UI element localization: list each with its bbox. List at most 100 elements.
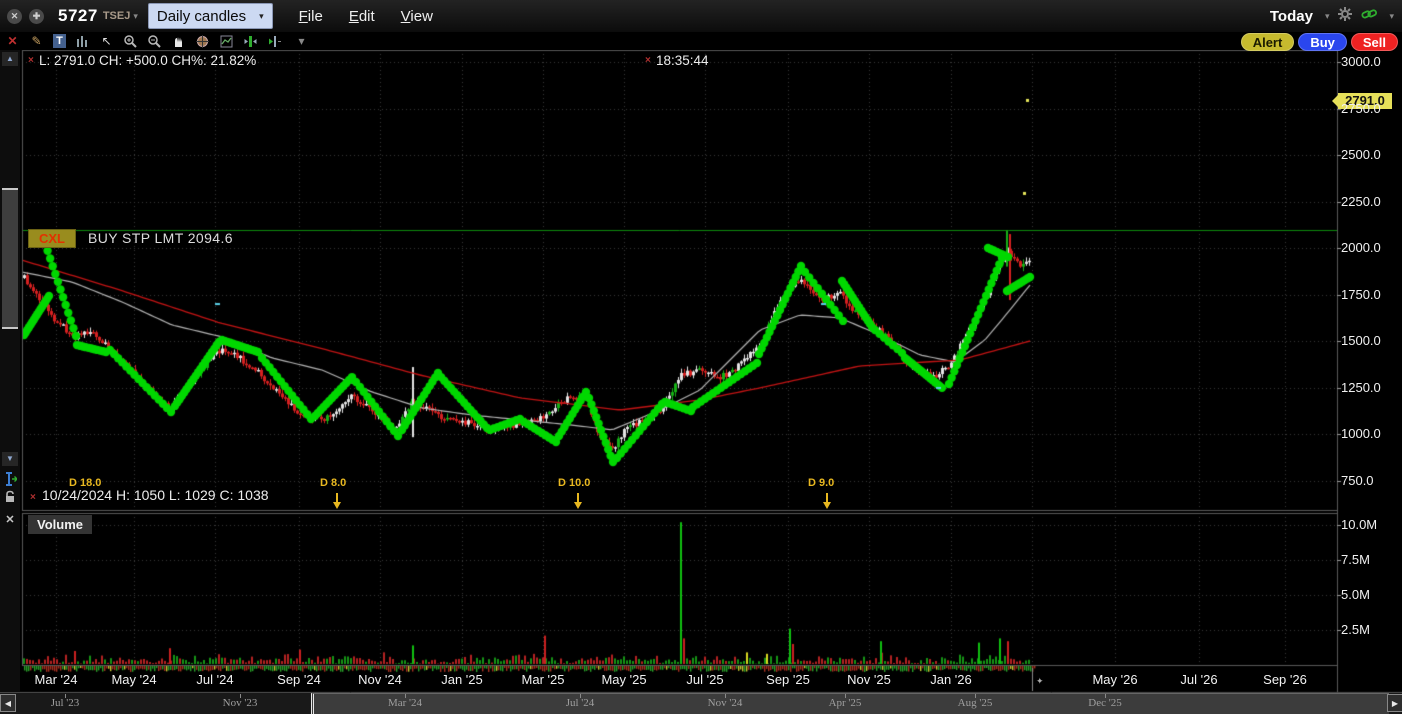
chart-type-icon[interactable] [75, 34, 90, 48]
text-tool-icon[interactable]: T [53, 34, 66, 48]
more-caret-icon[interactable]: ▾ [1389, 11, 1394, 22]
price-axis-label: 1250.0 [1341, 380, 1381, 395]
menu-edit[interactable]: Edit [349, 8, 375, 25]
volume-axis-label: 10.0M [1341, 517, 1377, 532]
alert-button[interactable]: Alert [1241, 33, 1295, 51]
zoom-out-icon[interactable] [147, 34, 162, 48]
chart-canvas[interactable] [0, 0, 1402, 714]
lock-icon[interactable] [2, 489, 18, 504]
today-marker-icon: ✦ [1036, 676, 1044, 687]
close-volume-pane-icon[interactable]: ✕ [2, 512, 18, 527]
price-axis-label: 3000.0 [1341, 54, 1381, 69]
volume-axis-label: 5.0M [1341, 587, 1370, 602]
navigator-date-label: Apr '25 [805, 697, 885, 709]
navigator-date-label: Dec '25 [1065, 697, 1145, 709]
settings-gear-icon[interactable] [1338, 7, 1352, 26]
price-axis-label: 1500.0 [1341, 333, 1381, 348]
close-drawing-icon[interactable]: ✕ [5, 34, 20, 48]
split-right-icon[interactable] [267, 34, 282, 48]
month-axis-label: Jan '25 [427, 672, 497, 687]
time-label: 18:35:44 [656, 53, 709, 68]
dismiss-status-icon[interactable]: × [30, 492, 36, 503]
dividend-annotation-label: D 10.0 [558, 477, 590, 489]
navigator-date-label: Nov '23 [200, 697, 280, 709]
month-axis-label: Sep '24 [264, 672, 334, 687]
volume-axis-label: 7.5M [1341, 552, 1370, 567]
month-axis-label: Nov '25 [834, 672, 904, 687]
navigator-tick [65, 694, 66, 698]
pointer-tool-icon[interactable]: ↖ [99, 34, 114, 48]
scroll-up-button[interactable]: ▲ [2, 52, 18, 66]
price-axis-label: 2250.0 [1341, 194, 1381, 209]
chart-toolbar: ✕ ✎ T ↖ ▾ [0, 32, 1402, 50]
indicator-panel-icon[interactable] [219, 34, 234, 48]
symbol-caret-icon[interactable]: ▾ [133, 11, 138, 22]
add-window-icon[interactable]: ✚ [29, 9, 44, 24]
pan-hand-icon[interactable] [171, 34, 186, 48]
price-axis-label: 1750.0 [1341, 287, 1381, 302]
period-dropdown[interactable]: Daily candles ▾ [148, 3, 273, 29]
link-icon[interactable] [1361, 7, 1377, 26]
month-axis-label: Sep '25 [753, 672, 823, 687]
up-arrow-icon: ▲ [6, 54, 14, 63]
symbol-label[interactable]: 5727 [58, 6, 98, 26]
navigator-tick [1105, 694, 1106, 698]
dismiss-info-icon[interactable]: × [28, 55, 34, 66]
dividend-arrow-icon [826, 493, 828, 502]
toolbar-caret-icon[interactable]: ▾ [294, 34, 309, 48]
dividend-arrow-icon [577, 493, 579, 502]
trading-chart-window: ✕ ✚ 5727 TSEJ ▾ Daily candles ▾ File Edi… [0, 0, 1402, 714]
month-axis-label: Jul '26 [1164, 672, 1234, 687]
zoom-in-icon[interactable] [123, 34, 138, 48]
month-axis-label: Jul '25 [670, 672, 740, 687]
trade-buttons: Alert Buy Sell [1241, 33, 1398, 51]
month-axis-label: May '26 [1080, 672, 1150, 687]
navigator-tick [240, 694, 241, 698]
sell-button[interactable]: Sell [1351, 33, 1398, 51]
volume-axis-label: 2.5M [1341, 622, 1370, 637]
split-left-icon[interactable] [243, 34, 258, 48]
dividend-annotation-label: D 18.0 [69, 477, 101, 489]
month-axis-label: May '24 [99, 672, 169, 687]
month-axis-label: Mar '24 [21, 672, 91, 687]
price-axis-label: 2750.0 [1341, 101, 1381, 116]
range-selector[interactable]: Today [1270, 8, 1313, 25]
month-axis-label: May '25 [589, 672, 659, 687]
range-caret-icon[interactable]: ▾ [1325, 11, 1330, 22]
autoscale-icon[interactable] [2, 471, 18, 486]
menu-view[interactable]: View [401, 8, 433, 25]
navigator-tick [580, 694, 581, 698]
price-axis-label: 1000.0 [1341, 426, 1381, 441]
navigator-date-label: Nov '24 [685, 697, 765, 709]
navigator-date-label: Jul '23 [25, 697, 105, 709]
navigator-date-label: Jul '24 [540, 697, 620, 709]
month-axis-label: Mar '25 [508, 672, 578, 687]
close-window-icon[interactable]: ✕ [7, 9, 22, 24]
cancel-order-button[interactable]: CXL [28, 229, 76, 248]
order-label: BUY STP LMT 2094.6 [88, 230, 233, 246]
draw-tool-icon[interactable]: ✎ [29, 34, 44, 48]
left-arrow-icon: ◀ [5, 699, 11, 708]
month-axis-label: Sep '26 [1250, 672, 1320, 687]
month-axis-label: Nov '24 [345, 672, 415, 687]
vertical-scrollbar[interactable]: ▲ ▼ ✕ [0, 50, 20, 692]
navigator-tick [405, 694, 406, 698]
navigator-date-label: Mar '24 [365, 697, 445, 709]
navigator-left-button[interactable]: ◀ [0, 694, 16, 712]
exchange-label: TSEJ [103, 10, 131, 22]
dividend-arrow-icon [333, 502, 341, 509]
x-icon: ✕ [5, 513, 14, 526]
buy-button[interactable]: Buy [1298, 33, 1347, 51]
navigator-tick [845, 694, 846, 698]
navigator-date-label: Aug '25 [935, 697, 1015, 709]
dismiss-time-icon[interactable]: × [645, 55, 651, 66]
navigator-tick [725, 694, 726, 698]
down-arrow-icon: ▼ [6, 454, 14, 463]
scrollbar-thumb[interactable] [2, 188, 18, 329]
menu-file[interactable]: File [299, 8, 323, 25]
navigator-tick [975, 694, 976, 698]
scroll-down-button[interactable]: ▼ [2, 452, 18, 466]
navigator-right-button[interactable]: ▶ [1387, 694, 1402, 712]
crosshair-icon[interactable] [195, 34, 210, 48]
price-axis-label: 2000.0 [1341, 240, 1381, 255]
